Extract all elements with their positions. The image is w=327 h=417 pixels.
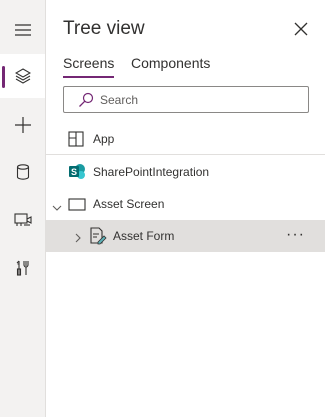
tree-item-label: Asset Screen [93,197,165,211]
data-icon[interactable] [0,150,45,194]
layers-icon[interactable] [0,54,45,98]
tree-item-label: Asset Form [113,229,175,243]
tree-view-panel: Tree view Screens Components Search App [46,0,327,417]
hamburger-menu-icon[interactable] [0,8,45,52]
sharepoint-icon: S [68,163,86,186]
tab-components[interactable]: Components [131,55,210,76]
search-placeholder: Search [100,93,139,107]
panel-title: Tree view [63,18,145,39]
add-icon[interactable] [0,103,45,147]
media-icon[interactable] [0,198,45,242]
tree-item-label: App [93,132,115,146]
chevron-down-icon[interactable] [52,199,62,217]
close-icon[interactable] [292,20,310,38]
tree-item-asset-screen[interactable]: Asset Screen [46,188,325,220]
form-icon [89,227,107,250]
screen-icon [68,198,86,217]
search-input[interactable]: Search [63,86,309,113]
chevron-right-icon[interactable] [74,230,82,248]
left-rail [0,0,46,417]
app-icon [68,131,84,152]
more-options-icon[interactable]: ··· [286,226,305,244]
tab-screens[interactable]: Screens [63,55,115,78]
divider [46,154,325,155]
tree-item-sharepointintegration[interactable]: S SharePointIntegration [46,156,325,188]
tools-icon[interactable] [0,246,45,290]
tree-item-app[interactable]: App [46,123,325,155]
search-icon [78,92,94,108]
tree-item-asset-form[interactable]: Asset Form ··· [46,220,325,252]
svg-text:S: S [71,167,77,177]
tree-item-label: SharePointIntegration [93,165,210,179]
